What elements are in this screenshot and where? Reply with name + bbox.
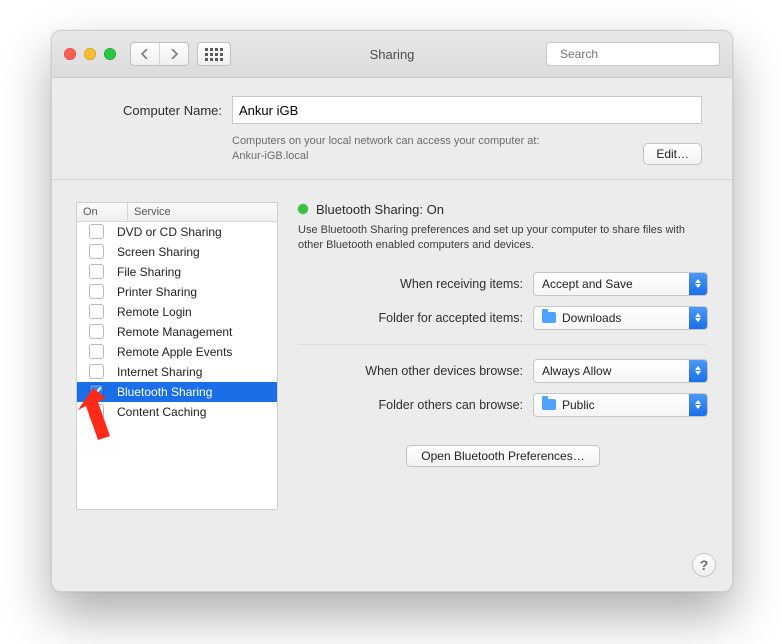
service-checkbox[interactable] [89, 324, 104, 339]
browse-label: When other devices browse: [298, 364, 533, 378]
accepted-folder-popup[interactable]: Downloads [533, 306, 708, 330]
minimize-window-button[interactable] [84, 48, 96, 60]
separator [298, 344, 708, 345]
zoom-window-button[interactable] [104, 48, 116, 60]
computer-name-input[interactable] [232, 96, 702, 124]
detail-panel: Bluetooth Sharing: On Use Bluetooth Shar… [298, 202, 708, 510]
browse-folder-label: Folder others can browse: [298, 398, 533, 412]
service-row[interactable]: File Sharing [77, 262, 277, 282]
computer-name-label: Computer Name: [82, 103, 232, 118]
service-label: Bluetooth Sharing [115, 385, 212, 399]
service-label: Printer Sharing [115, 285, 197, 299]
browse-folder-value: Public [562, 398, 595, 412]
table-body: DVD or CD Sharing Screen Sharing File Shar… [77, 222, 277, 509]
computer-name-section: Computer Name: Computers on your local n… [52, 78, 732, 180]
hint-line-1: Computers on your local network can acce… [232, 135, 540, 147]
service-row[interactable]: Remote Apple Events [77, 342, 277, 362]
accepted-folder-value: Downloads [562, 311, 621, 325]
open-bluetooth-preferences-button[interactable]: Open Bluetooth Preferences… [406, 445, 599, 467]
service-row[interactable]: Bluetooth Sharing [77, 382, 277, 402]
service-label: Screen Sharing [115, 245, 200, 259]
forward-button[interactable] [159, 43, 188, 65]
column-service: Service [128, 203, 277, 221]
service-checkbox[interactable] [89, 264, 104, 279]
service-checkbox[interactable] [89, 224, 104, 239]
chevron-left-icon [141, 49, 149, 59]
back-button[interactable] [131, 43, 159, 65]
browse-popup[interactable]: Always Allow [533, 359, 708, 383]
service-label: Internet Sharing [115, 365, 202, 379]
help-button[interactable]: ? [692, 553, 716, 577]
service-row[interactable]: Screen Sharing [77, 242, 277, 262]
service-row[interactable]: Internet Sharing [77, 362, 277, 382]
grid-icon [205, 48, 223, 61]
receiving-popup[interactable]: Accept and Save [533, 272, 708, 296]
titlebar: Sharing [52, 31, 732, 78]
status-indicator-icon [298, 204, 308, 214]
service-row[interactable]: Remote Login [77, 302, 277, 322]
service-row[interactable]: DVD or CD Sharing [77, 222, 277, 242]
service-table: On Service DVD or CD Sharing Screen Shari… [76, 202, 278, 510]
status-text: Bluetooth Sharing: On [316, 202, 444, 217]
service-checkbox[interactable] [89, 364, 104, 379]
search-input[interactable] [558, 46, 717, 62]
service-checkbox[interactable] [89, 284, 104, 299]
computer-name-hint: Computers on your local network can acce… [82, 134, 625, 165]
popup-arrows-icon [689, 394, 707, 416]
folder-icon [542, 312, 556, 323]
service-label: Remote Management [115, 325, 232, 339]
nav-buttons [130, 42, 189, 66]
search-field-wrap[interactable] [546, 42, 720, 66]
service-description: Use Bluetooth Sharing preferences and se… [298, 223, 708, 254]
preferences-window: Sharing Computer Name: Computers on your… [51, 30, 733, 592]
service-label: Content Caching [115, 405, 206, 419]
receiving-value: Accept and Save [542, 277, 633, 291]
service-checkbox[interactable] [89, 344, 104, 359]
service-label: DVD or CD Sharing [115, 225, 222, 239]
service-label: File Sharing [115, 265, 181, 279]
chevron-right-icon [170, 49, 178, 59]
service-label: Remote Apple Events [115, 345, 232, 359]
service-row[interactable]: Printer Sharing [77, 282, 277, 302]
window-controls [64, 48, 116, 60]
edit-button[interactable]: Edit… [643, 143, 702, 165]
service-row[interactable]: Remote Management [77, 322, 277, 342]
main-content: On Service DVD or CD Sharing Screen Shari… [52, 180, 732, 528]
service-checkbox[interactable] [89, 404, 104, 419]
service-checkbox[interactable] [89, 384, 104, 399]
accepted-folder-label: Folder for accepted items: [298, 311, 533, 325]
browse-folder-popup[interactable]: Public [533, 393, 708, 417]
close-window-button[interactable] [64, 48, 76, 60]
popup-arrows-icon [689, 307, 707, 329]
service-label: Remote Login [115, 305, 192, 319]
popup-arrows-icon [689, 360, 707, 382]
show-all-button[interactable] [197, 42, 231, 66]
receiving-label: When receiving items: [298, 277, 533, 291]
browse-value: Always Allow [542, 364, 611, 378]
service-checkbox[interactable] [89, 244, 104, 259]
column-on: On [77, 203, 128, 221]
table-header: On Service [77, 203, 277, 222]
service-checkbox[interactable] [89, 304, 104, 319]
popup-arrows-icon [689, 273, 707, 295]
hint-line-2: Ankur-iGB.local [232, 150, 308, 162]
service-row[interactable]: Content Caching [77, 402, 277, 422]
folder-icon [542, 399, 556, 410]
